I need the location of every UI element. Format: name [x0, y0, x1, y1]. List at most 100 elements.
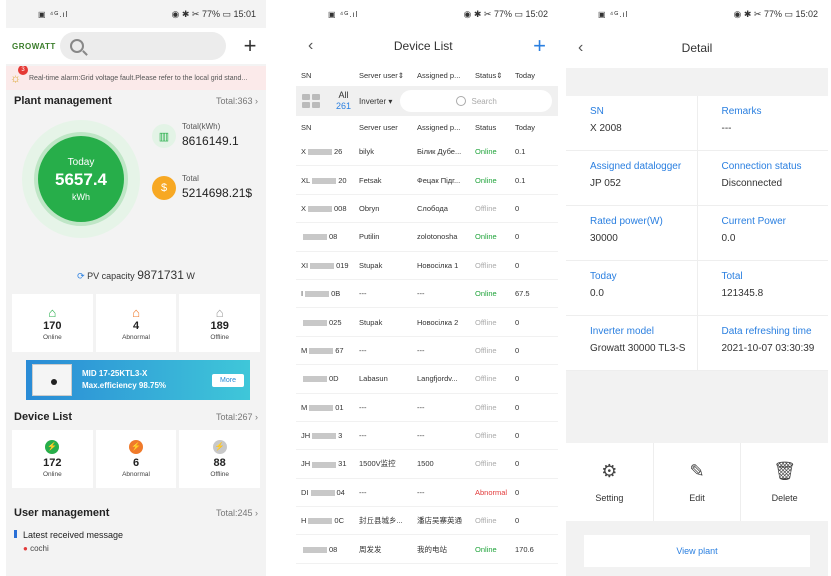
add-device-button[interactable]: +: [533, 33, 546, 59]
cell-sn: I 0B: [301, 289, 341, 299]
field-value: 2021-10-07 03:30:39: [721, 343, 815, 354]
device-offline-card[interactable]: ⚡ 88 Offline: [179, 430, 261, 488]
cell-today: 0: [515, 203, 520, 213]
pv-capacity-label: PV capacity: [87, 271, 135, 281]
table-row[interactable]: XI 019 Stupak Новосілка 1 Offline 0: [296, 252, 558, 280]
device-list-header[interactable]: Device List Total:267 ›: [6, 406, 266, 428]
table-row[interactable]: DI 04 --- --- Abnormal 0: [296, 479, 558, 508]
inverter-image: [32, 364, 72, 396]
cell-today: 170.6: [515, 544, 534, 554]
user-management-header[interactable]: User management Total:245 ›: [6, 502, 266, 524]
table-row[interactable]: I 0B --- --- Online 67.5: [296, 280, 558, 309]
table-row[interactable]: 025 Stupak Новосілка 2 Offline 0: [296, 308, 558, 337]
device-search-input[interactable]: Search: [400, 90, 552, 112]
col-status[interactable]: Status⇕: [475, 71, 515, 80]
cell-today: 0: [515, 459, 520, 469]
detail-field: Data refreshing time 2021-10-07 03:30:39: [698, 316, 829, 370]
plant-management-header[interactable]: Plant management Total:363 ›: [6, 90, 266, 112]
total-money-value: 5214698.21$: [182, 186, 253, 200]
field-key: Connection status: [721, 161, 802, 172]
filter-bar: All 261 Inverter ▾ Search: [296, 86, 558, 116]
alarm-badge: 3: [18, 66, 28, 75]
detail-field: Inverter model Growatt 30000 TL3-S: [566, 316, 698, 370]
more-button[interactable]: More: [212, 373, 244, 387]
device-type-select[interactable]: Inverter ▾: [359, 97, 392, 106]
setting-button[interactable]: ⚙ Setting: [566, 443, 654, 521]
field-key: Rated power(W): [590, 216, 663, 227]
table-row[interactable]: X 26 bilyk Білик Дубе... Online 0.1: [296, 138, 558, 167]
add-button[interactable]: +: [240, 33, 260, 59]
table-row[interactable]: X 008 Obryn Слобода Offline 0: [296, 195, 558, 224]
cell-status: Online: [475, 232, 497, 242]
detail-navbar: Detail ‹: [566, 28, 828, 68]
table-row[interactable]: 08 周发发 我的电站 Online 170.6: [296, 535, 558, 564]
detail-field: Rated power(W) 30000: [566, 206, 698, 260]
alarm-banner[interactable]: ☼ 3 Real-time alarm:Grid voltage fault.Pl…: [6, 66, 266, 90]
grid-view-icon[interactable]: [302, 94, 320, 108]
cell-today: 0: [515, 317, 520, 327]
device-online-card[interactable]: ⚡ 172 Online: [12, 430, 93, 488]
col-assigned-plant[interactable]: Assigned p...: [417, 71, 475, 80]
table-row[interactable]: JH 3 --- --- Offline 0: [296, 422, 558, 451]
cell-sn: M 67: [301, 345, 344, 355]
table-row[interactable]: 0D Labasun Langfjordv... Offline 0: [296, 365, 558, 394]
card-label: Online: [42, 333, 62, 341]
cell-server-user: bilyk: [359, 147, 375, 157]
home-green-icon: ⌂: [48, 304, 57, 320]
cell-server-user: 1500V监控: [359, 459, 396, 469]
search-icon: [455, 96, 466, 106]
cell-server-user: 封丘县城乡...: [359, 516, 403, 526]
view-plant-button[interactable]: View plant: [584, 535, 810, 567]
card-label: Abnormal: [122, 471, 150, 478]
detail-field: Connection status Disconnected: [698, 151, 829, 205]
plant-abnormal-card[interactable]: ⌂ 4 Abnormal: [95, 294, 177, 352]
col-server-user[interactable]: Server user⇕: [359, 71, 417, 80]
signal-icon: ▣ ⁴ᴳ.ıl: [328, 9, 359, 19]
table-row[interactable]: M 01 --- --- Offline 0: [296, 394, 558, 422]
device-abnormal-card[interactable]: ⚡ 6 Abnormal: [95, 430, 177, 488]
today-unit: kWh: [72, 191, 90, 202]
table-row[interactable]: H 0C 封丘县城乡... 潘店吴寨英通 Offline 0: [296, 507, 558, 536]
col-sn[interactable]: SN: [301, 71, 359, 80]
plant-offline-card[interactable]: ⌂ 189 Offline: [179, 294, 261, 352]
detail-screen: ▣ ⁴ᴳ.ıl ◉ ✱ ✂ 77% ▭ 15:02 Detail ‹ SN X 2…: [566, 0, 828, 576]
plant-online-card[interactable]: ⌂ 170 Online: [12, 294, 93, 352]
lightning-orange-icon: ⚡: [129, 440, 143, 454]
signal-icon: ▣ ⁴ᴳ.ıl: [38, 9, 69, 19]
field-value: Growatt 30000 TL3-S: [590, 343, 686, 354]
signal-icon: ▣ ⁴ᴳ.ıl: [598, 9, 629, 19]
field-key: Assigned datalogger: [590, 161, 682, 172]
table-row[interactable]: XL 20 Fetsak Фецак Підг... Online 0.1: [296, 166, 558, 195]
delete-button[interactable]: 🗑 Delete: [741, 443, 828, 521]
total-kwh-stat: ▥ Total(kWh) 8616149.1: [152, 122, 239, 148]
col-today[interactable]: Today: [515, 71, 543, 80]
screenshot-root: ▣ ⁴ᴳ.ıl ◉ ✱ ✂ 77% ▭ 15:01 GROWATT + ☼ 3 R…: [0, 0, 831, 576]
cell-assigned-plant: ---: [417, 345, 425, 355]
cell-status: Online: [475, 147, 497, 157]
search-input[interactable]: [60, 32, 226, 60]
cell-status: Offline: [475, 374, 497, 384]
cell-status: Offline: [475, 260, 497, 270]
table-row[interactable]: M 67 --- --- Offline 0: [296, 337, 558, 366]
all-filter[interactable]: All 261: [336, 90, 351, 112]
back-chevron-icon[interactable]: ‹: [578, 39, 583, 57]
cell-sn: M 01: [301, 402, 344, 412]
detail-field: Remarks ---: [698, 96, 829, 150]
table-row[interactable]: 08 Putilin zolotonosha Online 0: [296, 223, 558, 252]
latest-message[interactable]: Latest received message ● cochi: [6, 524, 266, 559]
status-bar: ▣ ⁴ᴳ.ıl ◉ ✱ ✂ 77% ▭ 15:02: [296, 0, 558, 28]
back-chevron-icon[interactable]: ‹: [308, 37, 313, 55]
header-assigned-plant: Assigned p...: [417, 122, 461, 132]
cell-assigned-plant: Слобода: [417, 203, 448, 213]
banner-line2: Max.efficiency 98.75%: [82, 381, 167, 390]
cell-today: 0: [515, 260, 520, 270]
device-table: X 26 bilyk Білик Дубе... Online 0.1 XL 20 Fetsak…: [296, 138, 558, 564]
section-title: User management: [14, 507, 110, 519]
edit-button[interactable]: ✎ Edit: [654, 443, 742, 521]
detail-fields: SN X 2008 Remarks --- Assigned datalogger JP …: [566, 96, 828, 371]
detail-row: Rated power(W) 30000 Current Power 0.0: [566, 206, 828, 261]
card-label: Abnormal: [122, 333, 150, 341]
promo-banner[interactable]: MID 17-25KTL3-X Max.efficiency 98.75% Mo…: [26, 360, 250, 400]
cell-assigned-plant: zolotonosha: [417, 232, 458, 242]
table-row[interactable]: JH 31 1500V监控 1500 Offline 0: [296, 450, 558, 479]
